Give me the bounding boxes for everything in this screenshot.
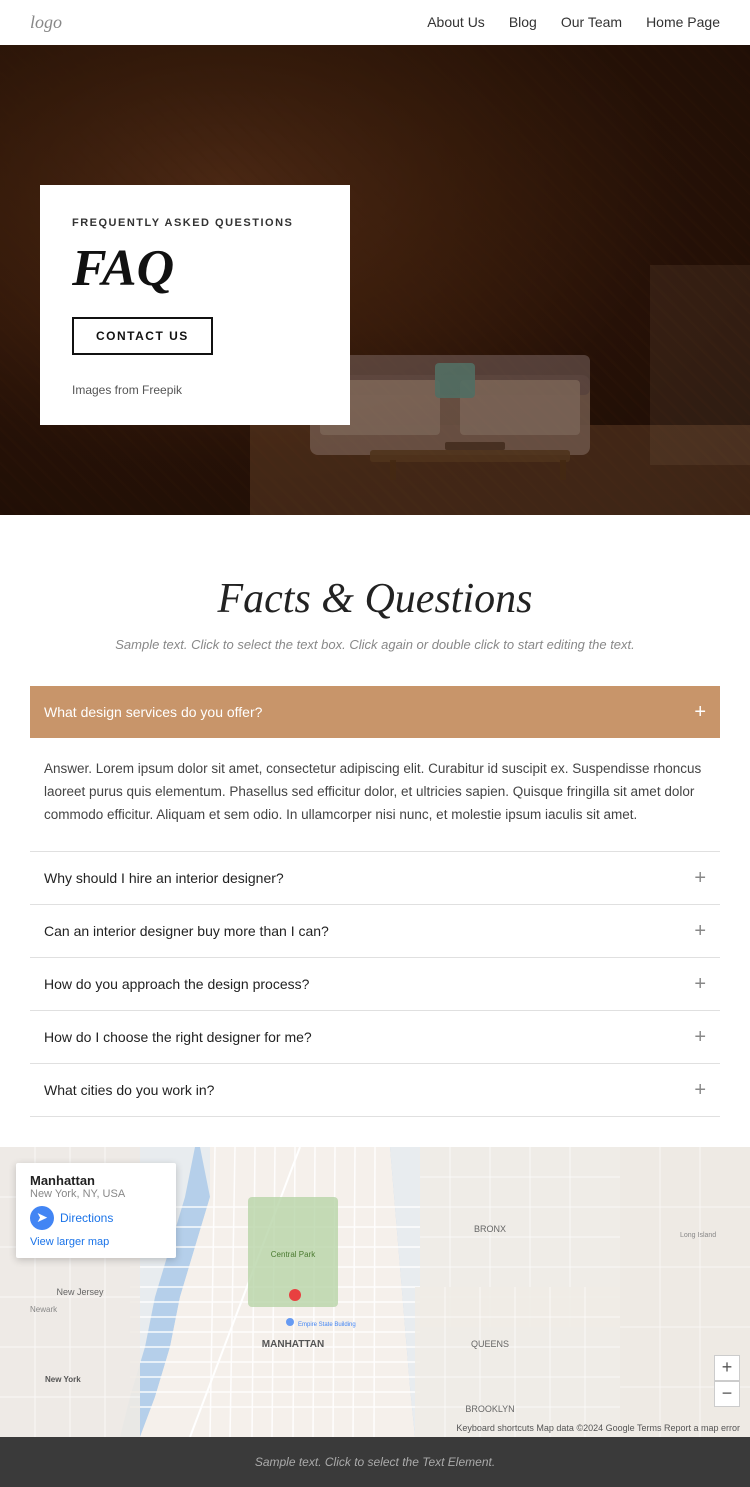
footer: Sample text. Click to select the Text El… [0, 1437, 750, 1487]
faq-plus-icon-3: + [694, 974, 706, 994]
logo: logo [30, 12, 62, 33]
svg-text:New Jersey: New Jersey [56, 1287, 104, 1297]
faq-title: Facts & Questions [30, 575, 720, 623]
faq-question-1[interactable]: Why should I hire an interior designer? … [30, 852, 720, 904]
freepik-link[interactable]: Freepik [142, 383, 182, 397]
faq-subtitle: Sample text. Click to select the text bo… [30, 637, 720, 652]
images-from: Images from Freepik [72, 383, 318, 397]
navigation: logo About Us Blog Our Team Home Page [0, 0, 750, 45]
svg-text:Newark: Newark [30, 1305, 58, 1314]
svg-text:BRONX: BRONX [474, 1224, 506, 1234]
faq-item-4: How do I choose the right designer for m… [30, 1011, 720, 1064]
faq-plus-icon-4: + [694, 1027, 706, 1047]
faq-accordion: What design services do you offer? + Ans… [30, 686, 720, 1117]
faq-question-text-3: How do you approach the design process? [44, 976, 309, 992]
directions-icon[interactable]: ➤ [30, 1206, 54, 1230]
svg-text:Central Park: Central Park [271, 1250, 316, 1259]
faq-question-text-0: What design services do you offer? [44, 704, 262, 720]
zoom-out-button[interactable]: − [714, 1381, 740, 1407]
faq-item-5: What cities do you work in? + [30, 1064, 720, 1117]
map-section: Central Park [0, 1147, 750, 1437]
faq-item-2: Can an interior designer buy more than I… [30, 905, 720, 958]
hero-title: FAQ [72, 243, 318, 295]
images-from-text: Images from [72, 383, 142, 397]
svg-text:QUEENS: QUEENS [471, 1339, 509, 1349]
faq-question-5[interactable]: What cities do you work in? + [30, 1064, 720, 1116]
faq-item-1: Why should I hire an interior designer? … [30, 852, 720, 905]
view-larger-map[interactable]: View larger map [30, 1236, 162, 1248]
map-directions-row: ➤ Directions [30, 1206, 162, 1230]
faq-section: Facts & Questions Sample text. Click to … [0, 515, 750, 1147]
map-popup: Manhattan New York, NY, USA ➤ Directions… [16, 1163, 176, 1258]
directions-arrow: ➤ [36, 1209, 48, 1226]
svg-text:New York: New York [45, 1375, 81, 1384]
svg-text:BROOKLYN: BROOKLYN [465, 1404, 514, 1414]
faq-question-2[interactable]: Can an interior designer buy more than I… [30, 905, 720, 957]
faq-question-text-1: Why should I hire an interior designer? [44, 870, 284, 886]
faq-plus-icon-1: + [694, 868, 706, 888]
hero-eyebrow: FREQUENTLY ASKED QUESTIONS [72, 217, 318, 229]
faq-question-text-4: How do I choose the right designer for m… [44, 1029, 312, 1045]
faq-question-text-5: What cities do you work in? [44, 1082, 214, 1098]
nav-about[interactable]: About Us [427, 14, 485, 30]
svg-text:MANHATTAN: MANHATTAN [262, 1339, 324, 1350]
faq-plus-icon-0: + [694, 702, 706, 722]
map-attribution: Keyboard shortcuts Map data ©2024 Google… [456, 1423, 740, 1433]
faq-question-3[interactable]: How do you approach the design process? … [30, 958, 720, 1010]
map-place-sub: New York, NY, USA [30, 1188, 162, 1200]
faq-question-text-2: Can an interior designer buy more than I… [44, 923, 329, 939]
map-zoom-controls: + − [714, 1355, 740, 1407]
faq-plus-icon-5: + [694, 1080, 706, 1100]
nav-links: About Us Blog Our Team Home Page [427, 14, 720, 32]
faq-plus-icon-2: + [694, 921, 706, 941]
nav-blog[interactable]: Blog [509, 14, 537, 30]
hero-section: FREQUENTLY ASKED QUESTIONS FAQ CONTACT U… [0, 45, 750, 515]
map-place-name: Manhattan [30, 1173, 162, 1188]
contact-us-button[interactable]: CONTACT US [72, 317, 213, 355]
faq-item-0: What design services do you offer? + Ans… [30, 686, 720, 852]
nav-team[interactable]: Our Team [561, 14, 622, 30]
svg-text:Empire State Building: Empire State Building [298, 1322, 356, 1328]
hero-card: FREQUENTLY ASKED QUESTIONS FAQ CONTACT U… [40, 185, 350, 425]
directions-label[interactable]: Directions [60, 1211, 113, 1225]
faq-question-0[interactable]: What design services do you offer? + [30, 686, 720, 738]
faq-question-4[interactable]: How do I choose the right designer for m… [30, 1011, 720, 1063]
faq-item-3: How do you approach the design process? … [30, 958, 720, 1011]
nav-home[interactable]: Home Page [646, 14, 720, 30]
svg-text:Long Island: Long Island [680, 1232, 716, 1239]
faq-answer-0: Answer. Lorem ipsum dolor sit amet, cons… [30, 738, 720, 851]
zoom-in-button[interactable]: + [714, 1355, 740, 1381]
footer-text: Sample text. Click to select the Text El… [30, 1455, 720, 1469]
